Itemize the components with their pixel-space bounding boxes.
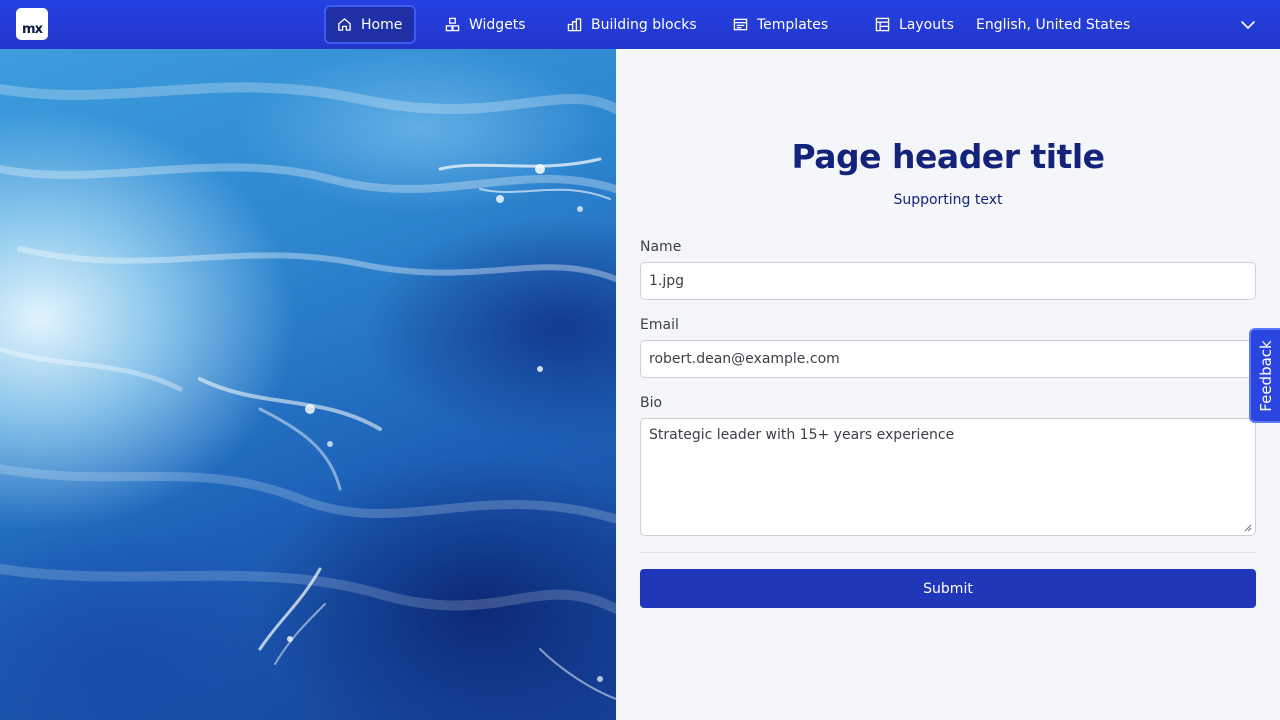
bio-textarea-value: Strategic leader with 15+ years experien…	[649, 427, 955, 443]
submit-button-label: Submit	[923, 580, 973, 597]
name-input[interactable]: 1.jpg	[640, 262, 1256, 300]
name-input-value: 1.jpg	[649, 273, 685, 289]
resize-handle-icon[interactable]	[1244, 524, 1252, 532]
bio-label: Bio	[640, 395, 663, 411]
nav-item-widgets[interactable]: Widgets	[445, 5, 526, 44]
top-navigation-bar: mx Home Widgets Building blocks Template…	[0, 0, 1280, 49]
bio-textarea[interactable]: Strategic leader with 15+ years experien…	[640, 418, 1256, 536]
widgets-icon	[445, 17, 460, 32]
nav-label-home: Home	[361, 16, 403, 33]
email-label: Email	[640, 317, 679, 333]
submit-button[interactable]: Submit	[640, 569, 1256, 608]
ocean-waves-image	[0, 49, 616, 720]
nav-item-templates[interactable]: Templates	[733, 5, 828, 44]
email-input[interactable]: robert.dean@example.com	[640, 340, 1256, 378]
templates-icon	[733, 18, 748, 31]
page-title: Page header title	[791, 137, 1105, 176]
wave-texture	[0, 82, 616, 700]
language-label: English, United States	[976, 16, 1131, 33]
building-blocks-icon	[567, 18, 582, 32]
nav-item-home[interactable]: Home	[324, 5, 417, 44]
feedback-label: Feedback	[1256, 339, 1275, 412]
nav-label-layouts: Layouts	[899, 16, 954, 33]
nav-label-templates: Templates	[757, 16, 829, 33]
nav-item-layouts[interactable]: Layouts	[875, 5, 954, 44]
mendix-logo[interactable]: mx	[16, 8, 48, 40]
layouts-icon	[875, 17, 890, 32]
feedback-tab[interactable]: Feedback	[1249, 328, 1280, 423]
form-divider	[640, 552, 1256, 553]
nav-label-widgets: Widgets	[469, 16, 526, 33]
nav-label-building-blocks: Building blocks	[591, 16, 697, 33]
nav-item-building-blocks[interactable]: Building blocks	[567, 5, 697, 44]
form-panel: Page header title Supporting text Name 1…	[616, 49, 1280, 720]
logo-text: mx	[22, 22, 43, 37]
chevron-down-icon[interactable]	[1239, 16, 1257, 34]
page-subtitle: Supporting text	[893, 192, 1003, 208]
home-icon	[338, 18, 351, 31]
language-selector[interactable]: English, United States	[976, 5, 1130, 44]
name-label: Name	[640, 239, 682, 255]
email-input-value: robert.dean@example.com	[649, 351, 840, 367]
